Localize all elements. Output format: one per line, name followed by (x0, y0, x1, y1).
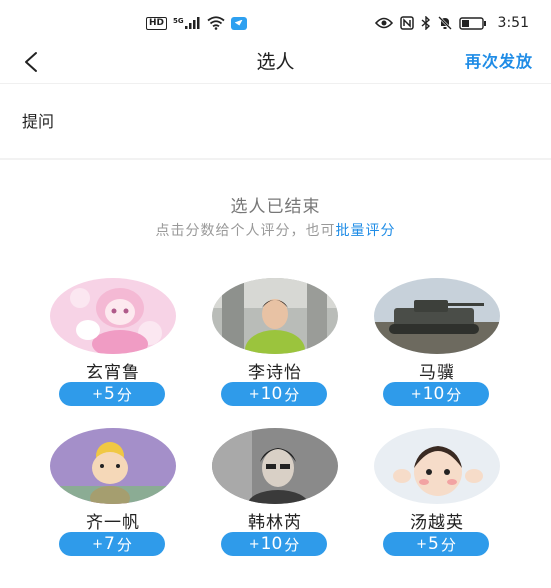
status-ended-text: 选人已结束 (230, 197, 321, 217)
score-unit: 分 (116, 535, 132, 554)
status-bar-left: HD 5G (146, 14, 247, 32)
score-value: 10 (260, 534, 283, 554)
score-value: 10 (422, 384, 445, 404)
nfc-icon (399, 16, 414, 30)
score-unit: 分 (284, 385, 300, 404)
plus-sign: + (416, 536, 428, 552)
person-name: 韩林芮 (248, 513, 302, 533)
score-value: 10 (260, 384, 283, 404)
resend-button[interactable]: 再次发放 (465, 48, 533, 76)
score-button[interactable]: +10 分 (221, 532, 327, 556)
plus-sign: + (92, 386, 104, 402)
divider (0, 158, 551, 160)
plus-sign: + (92, 536, 104, 552)
score-button[interactable]: +5 分 (59, 382, 165, 406)
person-name: 马骥 (419, 363, 455, 383)
score-unit: 分 (446, 385, 462, 404)
battery-icon (458, 16, 486, 30)
divider (0, 83, 551, 84)
question-label: 提问 (22, 112, 55, 131)
plus-sign: + (248, 536, 260, 552)
person-name: 齐一帆 (86, 513, 140, 533)
rating-hint: 点击分数给个人评分，也可批量评分 (0, 220, 551, 240)
hint-text: 点击分数给个人评分，也可 (155, 223, 336, 239)
wifi-icon (207, 16, 225, 30)
hd-badge: HD (146, 16, 168, 30)
person-name: 李诗怡 (248, 363, 302, 383)
avatar (374, 428, 500, 504)
score-value: 5 (104, 384, 115, 404)
avatar (50, 428, 176, 504)
avatar (50, 278, 176, 354)
batch-rating-link[interactable]: 批量评分 (336, 223, 396, 239)
score-unit: 分 (116, 385, 132, 404)
score-unit: 分 (440, 535, 456, 554)
mute-bell-icon (437, 16, 452, 30)
avatar (212, 428, 338, 504)
score-button[interactable]: +7 分 (59, 532, 165, 556)
plus-sign: + (410, 386, 422, 402)
score-button[interactable]: +5 分 (383, 532, 489, 556)
person-name: 玄宵鲁 (86, 363, 140, 383)
bluetooth-icon (421, 16, 430, 30)
nav-bar: 选人 再次发放 (0, 44, 551, 80)
status-bar: HD 5G 3:51 (0, 0, 551, 44)
score-unit: 分 (284, 535, 300, 554)
notification-app-icon (230, 16, 247, 30)
signal-5g-icon: 5G (173, 17, 201, 29)
eye-icon (374, 17, 393, 29)
avatar (212, 278, 338, 354)
clock: 3:51 (497, 15, 529, 31)
person-name: 汤越英 (410, 513, 464, 533)
score-value: 5 (428, 534, 439, 554)
plus-sign: + (248, 386, 260, 402)
score-value: 7 (104, 534, 115, 554)
status-bar-right: 3:51 (374, 14, 529, 32)
avatar (374, 278, 500, 354)
score-button[interactable]: +10 分 (221, 382, 327, 406)
score-button[interactable]: +10 分 (383, 382, 489, 406)
